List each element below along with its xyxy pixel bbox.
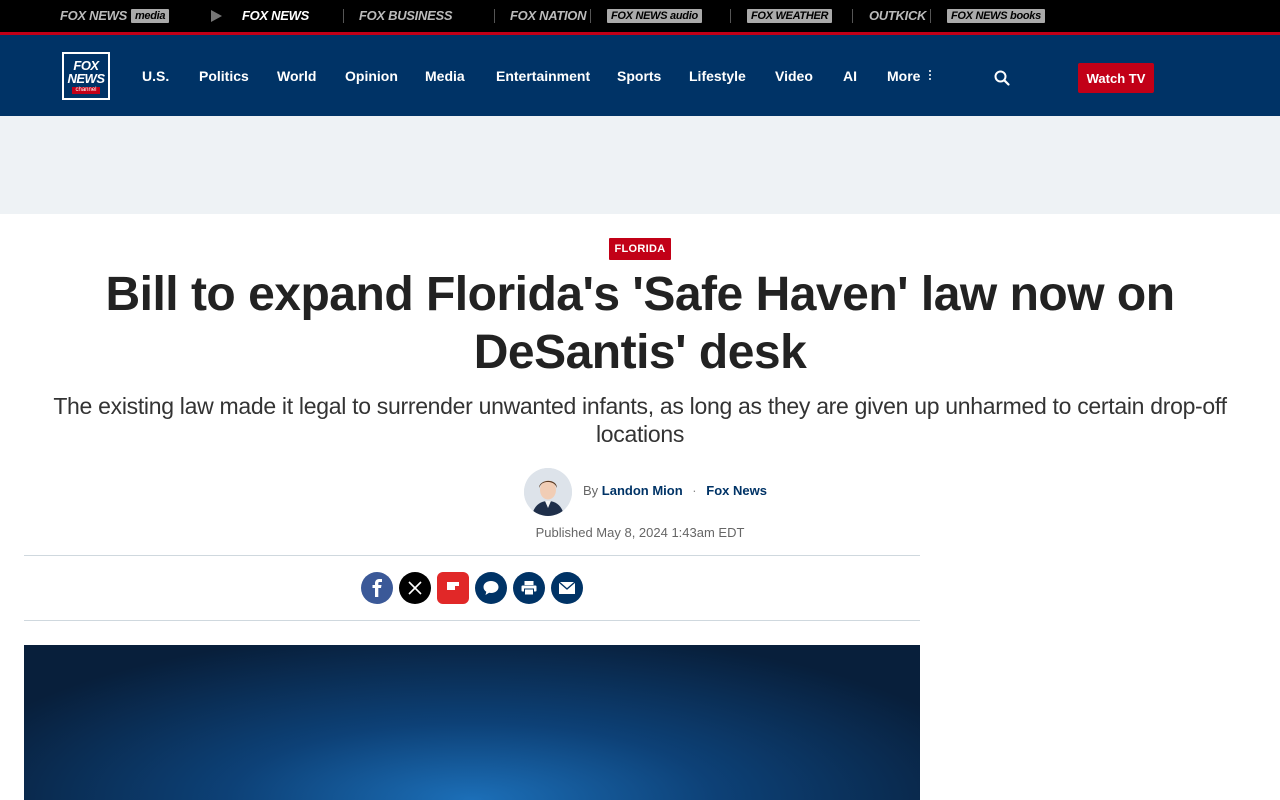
network-link-business[interactable]: FOX BUSINESS — [359, 8, 453, 23]
nav-opinion[interactable]: Opinion — [345, 68, 398, 84]
nav-sports[interactable]: Sports — [617, 68, 661, 84]
network-link-books[interactable]: FOX NEWS books — [947, 8, 1045, 23]
email-icon[interactable] — [551, 572, 583, 604]
facebook-icon[interactable] — [361, 572, 393, 604]
subheadline: The existing law made it legal to surren… — [53, 393, 1227, 447]
headline: Bill to expand Florida's 'Safe Haven' la… — [105, 268, 1175, 379]
network-bar: FOX NEWS media FOX NEWS FOX BUSINESS FOX… — [0, 0, 1280, 32]
network-link-foxnews[interactable]: FOX NEWS — [242, 8, 309, 23]
nav-video[interactable]: Video — [775, 68, 813, 84]
network-link-weather[interactable]: FOX WEATHER — [747, 8, 833, 23]
divider — [852, 9, 853, 23]
divider — [494, 9, 495, 23]
author-avatar[interactable] — [524, 468, 572, 516]
flipboard-icon[interactable] — [437, 572, 469, 604]
nav-world[interactable]: World — [277, 68, 316, 84]
divider — [930, 9, 931, 23]
network-link-media[interactable]: FOX NEWS media — [60, 8, 170, 23]
fox-news-logo[interactable]: FOX NEWS channel — [62, 52, 110, 100]
site-header: FOX NEWS channel U.S. Politics World Opi… — [0, 35, 1280, 116]
divider — [730, 9, 731, 23]
nav-ai[interactable]: AI — [843, 68, 857, 84]
nav-politics[interactable]: Politics — [199, 68, 249, 84]
divider — [24, 620, 920, 621]
author-link[interactable]: Landon Mion — [602, 483, 683, 498]
comments-icon[interactable] — [475, 572, 507, 604]
ad-placeholder — [0, 116, 1280, 214]
nav-entertainment[interactable]: Entertainment — [496, 68, 590, 84]
network-link-audio[interactable]: FOX NEWS audio — [607, 8, 702, 23]
print-icon[interactable] — [513, 572, 545, 604]
nav-us[interactable]: U.S. — [142, 68, 169, 84]
network-link-nation[interactable]: FOX NATION — [510, 8, 587, 23]
outlet-link[interactable]: Fox News — [706, 483, 767, 498]
x-icon[interactable] — [399, 572, 431, 604]
divider — [590, 9, 591, 23]
nav-more[interactable]: More — [887, 68, 932, 84]
network-link-outkick[interactable]: OUTKICK — [869, 8, 926, 23]
hero-image — [24, 645, 920, 800]
play-arrow-icon — [211, 10, 222, 22]
published-date: Published May 8, 2024 1:43am EDT — [535, 525, 745, 540]
byline: By Landon Mion · Fox News — [583, 483, 767, 498]
more-dots-icon — [929, 68, 932, 81]
search-icon[interactable] — [993, 69, 1011, 87]
nav-media[interactable]: Media — [425, 68, 465, 84]
divider — [343, 9, 344, 23]
category-tag[interactable]: FLORIDA — [609, 238, 671, 260]
nav-lifestyle[interactable]: Lifestyle — [689, 68, 746, 84]
share-bar — [361, 572, 583, 604]
divider — [24, 555, 920, 556]
watch-tv-button[interactable]: Watch TV — [1078, 63, 1154, 93]
